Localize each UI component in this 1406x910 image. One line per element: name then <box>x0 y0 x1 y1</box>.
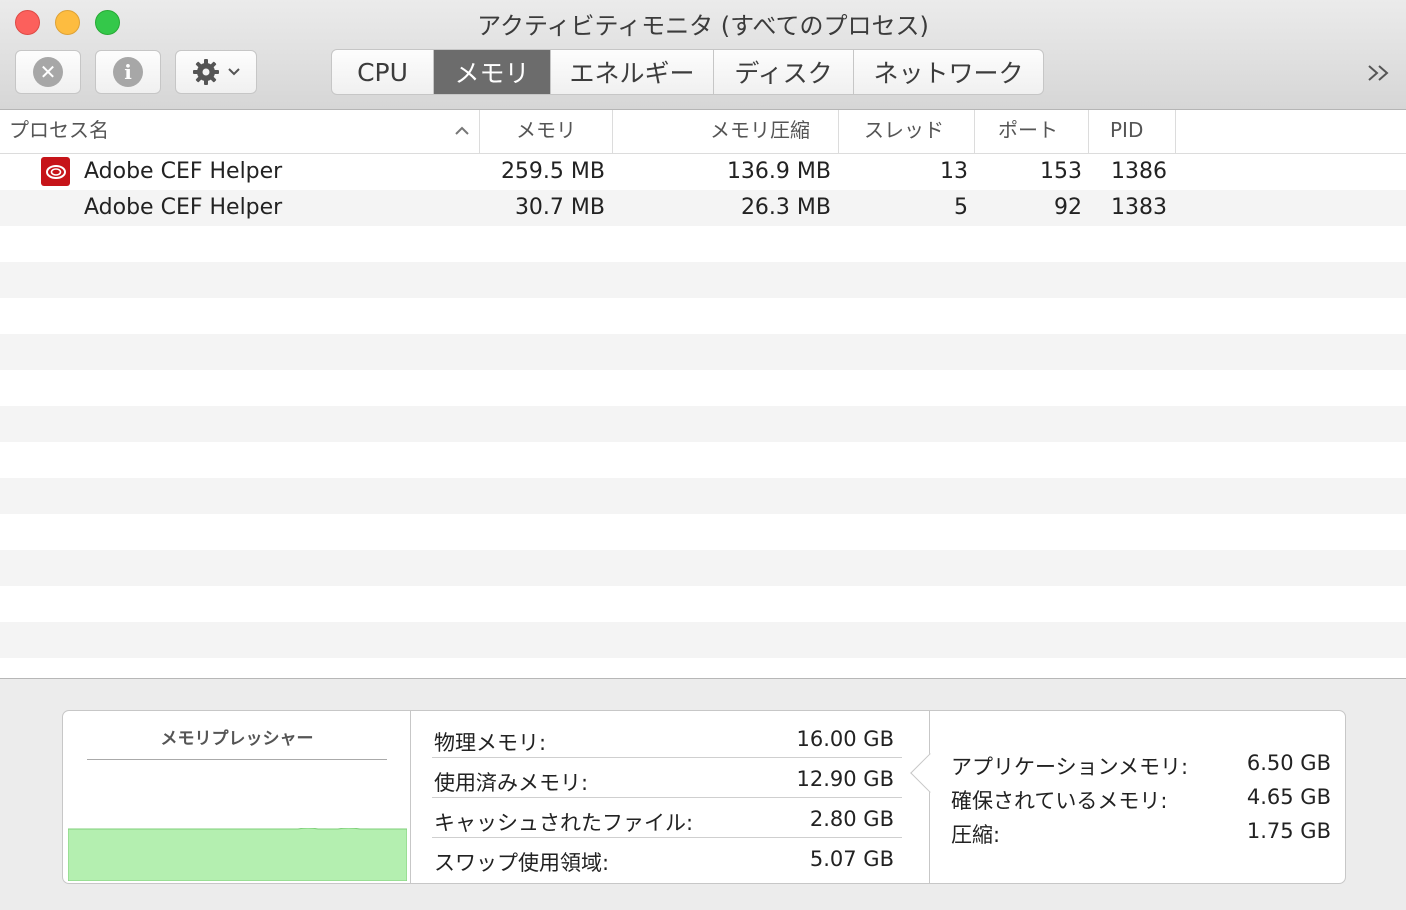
memory-summary-footer: メモリプレッシャー 物理メモリ: 16.00 GB 使用済みメモリ: 12.90… <box>0 678 1406 910</box>
memory-summary-panel: メモリプレッシャー 物理メモリ: 16.00 GB 使用済みメモリ: 12.90… <box>62 710 1346 884</box>
x-circle-icon: ✕ <box>33 57 63 87</box>
ports-value: 92 <box>1054 195 1082 220</box>
stat-label: 確保されているメモリ: <box>951 789 1168 813</box>
stat-row: スワップ使用領域: 5.07 GB <box>432 838 902 878</box>
tab-cpu[interactable]: CPU <box>332 50 434 94</box>
threads-value: 13 <box>940 159 968 184</box>
stat-row: 使用済みメモリ: 12.90 GB <box>432 758 902 798</box>
toolbar-overflow-icon[interactable] <box>1366 58 1392 91</box>
empty-row <box>0 406 1406 442</box>
memory-value: 259.5 MB <box>500 159 605 184</box>
sort-ascending-icon <box>455 126 469 135</box>
tab-network[interactable]: ネットワーク <box>854 50 1043 94</box>
column-header-memory[interactable]: メモリ <box>480 110 613 154</box>
column-header-compressed[interactable]: メモリ圧縮 <box>613 110 839 154</box>
empty-row <box>0 478 1406 514</box>
stat-label: 圧縮: <box>951 823 1001 847</box>
empty-row <box>0 514 1406 550</box>
used-memory-breakdown: アプリケーションメモリ: 6.50 GB 確保されているメモリ: 4.65 GB… <box>951 711 1345 883</box>
stat-value: 12.90 GB <box>796 767 894 791</box>
empty-row <box>0 550 1406 586</box>
stat-value: 1.75 GB <box>1246 819 1331 843</box>
tab-disk[interactable]: ディスク <box>714 50 854 94</box>
memory-pressure-section: メモリプレッシャー <box>63 711 411 883</box>
stat-value: 6.50 GB <box>1246 751 1331 775</box>
ports-value: 153 <box>1040 159 1082 184</box>
empty-row <box>0 334 1406 370</box>
process-name: Adobe CEF Helper <box>84 159 283 184</box>
stat-label: キャッシュされたファイル: <box>434 811 694 835</box>
empty-row <box>0 622 1406 658</box>
tab-memory[interactable]: メモリ <box>434 50 551 94</box>
info-icon: i <box>113 57 143 87</box>
memory-pressure-graph <box>68 828 407 881</box>
empty-row <box>0 586 1406 622</box>
titlebar: アクティビティモニタ (すべてのプロセス) ✕ i CPU メモリ エネルギー … <box>0 0 1406 110</box>
table-row[interactable]: Adobe CEF Helper 30.7 MB 26.3 MB 5 92 13… <box>0 190 1406 226</box>
empty-row <box>0 298 1406 334</box>
empty-row <box>0 262 1406 298</box>
column-header-ports[interactable]: ポート <box>975 110 1089 154</box>
stat-value: 16.00 GB <box>796 727 894 751</box>
memory-value: 30.7 MB <box>514 195 605 220</box>
empty-row <box>0 226 1406 262</box>
tab-energy[interactable]: エネルギー <box>551 50 714 94</box>
compressed-value: 136.9 MB <box>726 159 831 184</box>
view-tabs: CPU メモリ エネルギー ディスク ネットワーク <box>331 49 1044 95</box>
stat-value: 2.80 GB <box>809 807 894 831</box>
window-title: アクティビティモニタ (すべてのプロセス) <box>477 12 929 40</box>
chevron-down-icon <box>228 68 240 76</box>
table-header: プロセス名 メモリ メモリ圧縮 スレッド ポート PID <box>0 110 1406 154</box>
stop-process-button[interactable]: ✕ <box>15 50 81 94</box>
threads-value: 5 <box>954 195 968 220</box>
column-header-process-name[interactable]: プロセス名 <box>0 110 480 154</box>
pid-value: 1386 <box>1111 159 1167 184</box>
inspect-process-button[interactable]: i <box>95 50 161 94</box>
empty-row <box>0 370 1406 406</box>
physical-memory-stats: 物理メモリ: 16.00 GB 使用済みメモリ: 12.90 GB キャッシュさ… <box>412 711 930 883</box>
adobe-creative-cloud-icon <box>41 157 70 186</box>
action-menu-button[interactable] <box>175 50 257 94</box>
activity-monitor-window: アクティビティモニタ (すべてのプロセス) ✕ i CPU メモリ エネルギー … <box>0 0 1406 910</box>
compressed-value: 26.3 MB <box>740 195 831 220</box>
process-name: Adobe CEF Helper <box>84 195 283 220</box>
stat-value: 5.07 GB <box>809 847 894 871</box>
gear-icon <box>193 59 219 85</box>
stat-label: アプリケーションメモリ: <box>951 755 1189 779</box>
table-row[interactable]: Adobe CEF Helper 259.5 MB 136.9 MB 13 15… <box>0 154 1406 190</box>
process-table: プロセス名 メモリ メモリ圧縮 スレッド ポート PID Adobe CEF H… <box>0 110 1406 678</box>
stat-label: スワップ使用領域: <box>434 851 610 875</box>
stat-label: 物理メモリ: <box>434 731 547 755</box>
stat-value: 4.65 GB <box>1246 785 1331 809</box>
stat-label: 使用済みメモリ: <box>434 771 589 795</box>
empty-row <box>0 442 1406 478</box>
pid-value: 1383 <box>1111 195 1167 220</box>
stat-row: 物理メモリ: 16.00 GB <box>432 718 902 758</box>
column-header-threads[interactable]: スレッド <box>839 110 975 154</box>
column-header-pid[interactable]: PID <box>1089 110 1176 154</box>
memory-pressure-title: メモリプレッシャー <box>87 724 387 760</box>
stat-row: キャッシュされたファイル: 2.80 GB <box>432 798 902 838</box>
